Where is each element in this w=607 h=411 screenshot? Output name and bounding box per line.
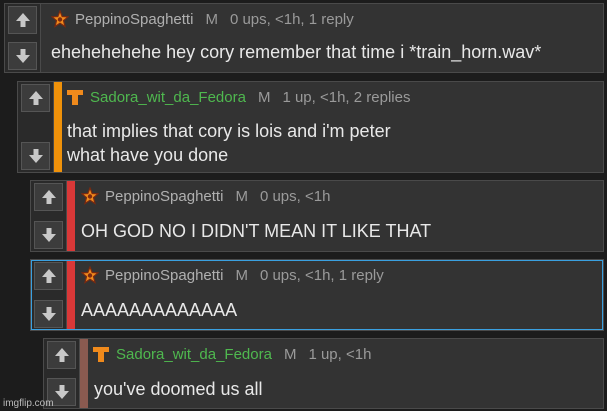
comment-text-line: what have you done [67, 145, 229, 165]
username-link[interactable]: Sadora_wit_da_Fedora [90, 89, 246, 106]
username-link[interactable]: PeppinoSpaghetti [75, 11, 193, 28]
arrow-up-icon [15, 13, 30, 27]
comment-text-line: AAAAAAAAAAAAA [81, 300, 238, 320]
comment-header: Sadora_wit_da_Fedora M 1 up, <1h [92, 345, 371, 363]
username-link[interactable]: Sadora_wit_da_Fedora [116, 346, 272, 363]
t-block-icon [93, 347, 109, 362]
vote-column [5, 4, 41, 72]
username-link[interactable]: PeppinoSpaghetti [105, 188, 223, 205]
thread-stripe [54, 82, 62, 172]
comment-thread: PeppinoSpaghetti M 0 ups, <1h, 1 reply e… [0, 0, 607, 411]
arrow-down-icon [41, 307, 56, 321]
gender-label: M [235, 266, 248, 284]
comment-meta: 0 ups, <1h, 1 reply [259, 266, 384, 284]
vote-column [31, 181, 67, 251]
upvote-button[interactable] [34, 183, 63, 211]
arrow-down-icon [15, 49, 30, 63]
thread-stripe [80, 339, 88, 408]
star-icon [51, 10, 69, 28]
downvote-button[interactable] [8, 42, 37, 70]
arrow-up-icon [54, 348, 69, 362]
username-link[interactable]: PeppinoSpaghetti [105, 267, 223, 284]
upvote-button[interactable] [34, 262, 63, 290]
comment-text-line: you've doomed us all [94, 379, 263, 399]
comment-text-line: ehehehehehe hey cory remember that time … [51, 42, 542, 62]
vote-column [18, 82, 54, 172]
arrow-up-icon [41, 269, 56, 283]
comment: Sadora_wit_da_Fedora M 1 up, <1h, 2 repl… [17, 81, 604, 173]
arrow-up-icon [41, 190, 56, 204]
star-icon [81, 187, 99, 205]
gender-label: M [257, 88, 271, 106]
arrow-down-icon [41, 228, 56, 242]
comment: PeppinoSpaghetti M 0 ups, <1h, 1 reply A… [30, 259, 604, 331]
upvote-button[interactable] [47, 341, 76, 369]
comment-text: AAAAAAAAAAAAA [81, 298, 237, 322]
watermark: imgflip.com [3, 398, 54, 409]
gender-label: M [235, 187, 248, 205]
vote-column [31, 260, 67, 330]
t-block-icon [67, 90, 83, 105]
comment-text: you've doomed us all [94, 377, 263, 401]
comment-meta: 1 up, <1h, 2 replies [282, 88, 411, 106]
arrow-down-icon [28, 149, 43, 163]
downvote-button[interactable] [21, 142, 50, 170]
gender-label: M [283, 345, 297, 363]
comment-text: that implies that cory is lois and i'm p… [67, 119, 391, 167]
comment: PeppinoSpaghetti M 0 ups, <1h OH GOD NO … [30, 180, 604, 252]
thread-stripe [67, 181, 75, 251]
comment-header: PeppinoSpaghetti M 0 ups, <1h [81, 187, 330, 205]
comment-header: Sadora_wit_da_Fedora M 1 up, <1h, 2 repl… [66, 88, 410, 106]
comment-meta: 0 ups, <1h, 1 reply [229, 10, 354, 28]
comment-meta: 1 up, <1h [308, 345, 372, 363]
downvote-button[interactable] [34, 221, 63, 249]
star-icon [81, 266, 99, 284]
comment-header: PeppinoSpaghetti M 0 ups, <1h, 1 reply [51, 10, 354, 28]
comment: Sadora_wit_da_Fedora M 1 up, <1h you've … [43, 338, 604, 409]
arrow-up-icon [28, 91, 43, 105]
comment-text-line: that implies that cory is lois and i'm p… [67, 121, 391, 141]
arrow-down-icon [54, 385, 69, 399]
comment: PeppinoSpaghetti M 0 ups, <1h, 1 reply e… [4, 3, 604, 73]
comment-text-line: OH GOD NO I DIDN'T MEAN IT LIKE THAT [81, 221, 432, 241]
comment-meta: 0 ups, <1h [259, 187, 331, 205]
comment-header: PeppinoSpaghetti M 0 ups, <1h, 1 reply [81, 266, 384, 284]
comment-text: OH GOD NO I DIDN'T MEAN IT LIKE THAT [81, 219, 431, 243]
upvote-button[interactable] [8, 6, 37, 34]
gender-label: M [205, 10, 218, 28]
upvote-button[interactable] [21, 84, 50, 112]
thread-stripe [67, 260, 75, 330]
comment-text: ehehehehehe hey cory remember that time … [51, 40, 541, 64]
downvote-button[interactable] [34, 300, 63, 328]
